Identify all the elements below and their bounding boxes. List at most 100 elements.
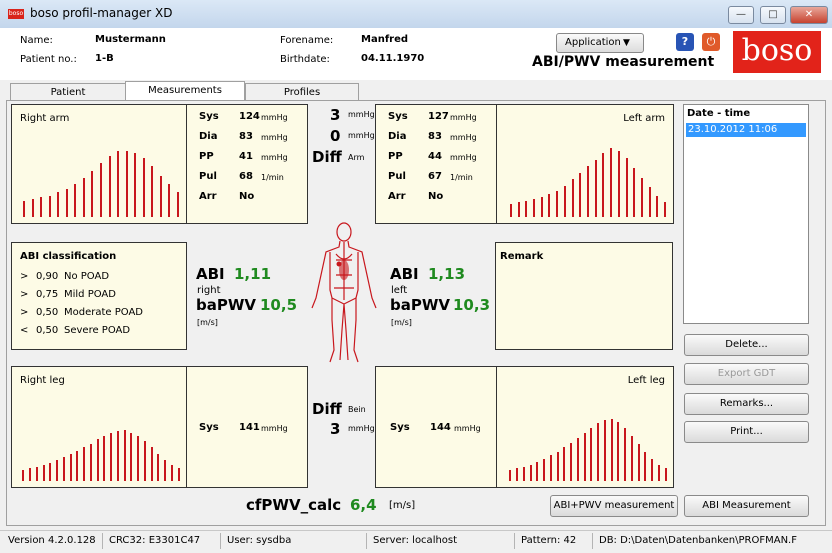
left-arm-row-label: PP [388, 151, 403, 162]
right-arm-pulse-bar [65, 189, 68, 217]
right-arm-pulse-bar [151, 166, 154, 217]
page-title: ABI/PWV measurement [532, 54, 715, 70]
right-leg-pulse-bar [56, 460, 59, 481]
left-arm-pulse-bar [533, 198, 535, 217]
abi-op: > [20, 307, 29, 318]
right-arm-row-label: Arr [199, 191, 217, 202]
left-leg-values: Sys 144 mmHg [375, 366, 497, 488]
left-leg-sys-value: 144 [430, 422, 451, 433]
date-time-header: Date - time [687, 108, 751, 119]
left-arm-row-unit: mmHg [450, 133, 477, 142]
application-button[interactable]: Application ▼ [556, 33, 644, 53]
abi-category: Moderate POAD [64, 307, 144, 318]
abi-threshold: 0,50 [36, 325, 59, 336]
right-arm-row-label: PP [199, 151, 214, 162]
right-arm-row-unit: 1/min [261, 173, 284, 182]
right-arm-pulse-bar [31, 198, 34, 217]
right-leg-sys-value: 141 [239, 422, 260, 433]
right-arm-pulse-bar [142, 157, 145, 217]
date-time-item[interactable]: 23.10.2012 11:06 [686, 123, 806, 137]
left-leg-pulse-bar [590, 428, 593, 481]
right-arm-pulse-bar [117, 151, 120, 217]
left-arm-pulse-bar [587, 166, 589, 217]
right-leg-title: Right leg [20, 375, 65, 386]
abi-op: > [20, 289, 29, 300]
left-leg-pulse-bar [563, 447, 566, 481]
left-pwv-value: 10,3 [453, 296, 491, 314]
title-bar[interactable]: boso boso profil-manager XD — □ ✕ [0, 0, 832, 29]
status-bar: Version 4.2.0.128 CRC32: E3301C47 User: … [0, 530, 832, 553]
left-abi-value: 1,13 [428, 265, 466, 283]
left-leg-sys-label: Sys [390, 422, 410, 433]
left-arm-pulse-bar [625, 157, 628, 217]
left-leg-pulse-bar [509, 469, 512, 481]
left-leg-sys-unit: mmHg [454, 424, 481, 433]
right-leg-pulse-bar [96, 439, 99, 481]
arm-diff-label: Diff [312, 148, 342, 166]
status-crc: CRC32: E3301C47 [109, 535, 201, 546]
right-pwv-unit: [m/s] [197, 318, 218, 327]
birthdate-value: 04.11.1970 [361, 53, 425, 64]
print-button[interactable]: Print... [684, 421, 809, 443]
status-user: User: sysdba [227, 535, 292, 546]
right-arm-pulse-bar [91, 171, 94, 217]
right-leg-pulse-bar [76, 450, 79, 481]
remarks-button[interactable]: Remarks... [684, 393, 809, 415]
right-leg-pulse-bar [35, 466, 38, 481]
left-leg-pulse-bar [651, 458, 654, 481]
left-leg-pulse-bar [664, 468, 667, 481]
arm-diff-sys: 3 [330, 106, 341, 124]
left-side-label: left [391, 285, 408, 296]
birthdate-label: Birthdate: [280, 54, 330, 65]
right-arm-chart: Right arm [11, 104, 187, 224]
left-arm-values: Sys 127 mmHg Dia 83 mmHg PP 44 mmHg Pul 67 1/min Arr… [375, 104, 497, 224]
left-arm-pulse-bar [509, 203, 512, 217]
right-abi-label: ABI [196, 265, 225, 283]
left-leg-pulse-bar [610, 418, 613, 481]
abi-category: No POAD [64, 271, 110, 282]
right-leg-pulse-bar [157, 453, 160, 481]
abi-measurement-button[interactable]: ABI Measurement [684, 495, 809, 517]
left-arm-row-label: Pul [388, 171, 406, 182]
status-version: Version 4.2.0.128 [8, 535, 96, 546]
left-arm-row-label: Arr [388, 191, 406, 202]
left-leg-pulse-bar [536, 461, 539, 481]
right-leg-values: Sys 141 mmHg [186, 366, 308, 488]
left-abi-label: ABI [390, 265, 419, 283]
left-leg-pulse-bar [576, 437, 579, 481]
export-gdt-button[interactable]: Export GDT [684, 363, 809, 385]
right-leg-pulse-bar [69, 453, 72, 481]
maximize-button[interactable]: □ [760, 6, 786, 24]
right-pwv-label: baPWV [196, 296, 257, 314]
right-arm-row-value: 41 [239, 151, 253, 162]
left-leg-pulse-bar [556, 452, 559, 481]
left-arm-pulse-bar [548, 194, 551, 217]
delete-button[interactable]: Delete... [684, 334, 809, 356]
tab-profiles[interactable]: Profiles [245, 83, 359, 101]
right-leg-pulse-bar [22, 469, 25, 481]
right-leg-pulse-bar [123, 429, 126, 481]
right-arm-row-label: Dia [199, 131, 218, 142]
cfpwv-unit: [m/s] [389, 500, 416, 511]
left-leg-waveform [507, 401, 669, 481]
name-label: Name: [20, 35, 53, 46]
date-time-list[interactable]: Date - time 23.10.2012 11:06 [683, 104, 809, 324]
right-leg-pulse-bar [62, 457, 65, 481]
abi-pwv-measurement-button[interactable]: ABI+PWV measurement [550, 495, 678, 517]
left-leg-pulse-bar [543, 458, 546, 481]
leg-diff-value: 3 [330, 420, 341, 438]
tab-measurements[interactable]: Measurements [125, 81, 245, 102]
minimize-button[interactable]: — [728, 6, 754, 24]
right-leg-pulse-bar [103, 436, 106, 481]
dropdown-arrow-icon: ▼ [623, 38, 630, 48]
help-icon[interactable]: ? [676, 33, 694, 51]
close-button[interactable]: ✕ [790, 6, 828, 24]
tab-patient[interactable]: Patient [10, 83, 126, 101]
right-arm-pulse-bar [74, 184, 77, 217]
left-arm-row-unit: mmHg [450, 113, 477, 122]
right-arm-row-label: Sys [199, 111, 219, 122]
right-arm-row-unit: mmHg [261, 153, 288, 162]
left-leg-pulse-bar [644, 452, 647, 481]
power-icon[interactable]: ⏻ [702, 33, 720, 51]
arm-diff-sub: Arm [348, 153, 365, 162]
